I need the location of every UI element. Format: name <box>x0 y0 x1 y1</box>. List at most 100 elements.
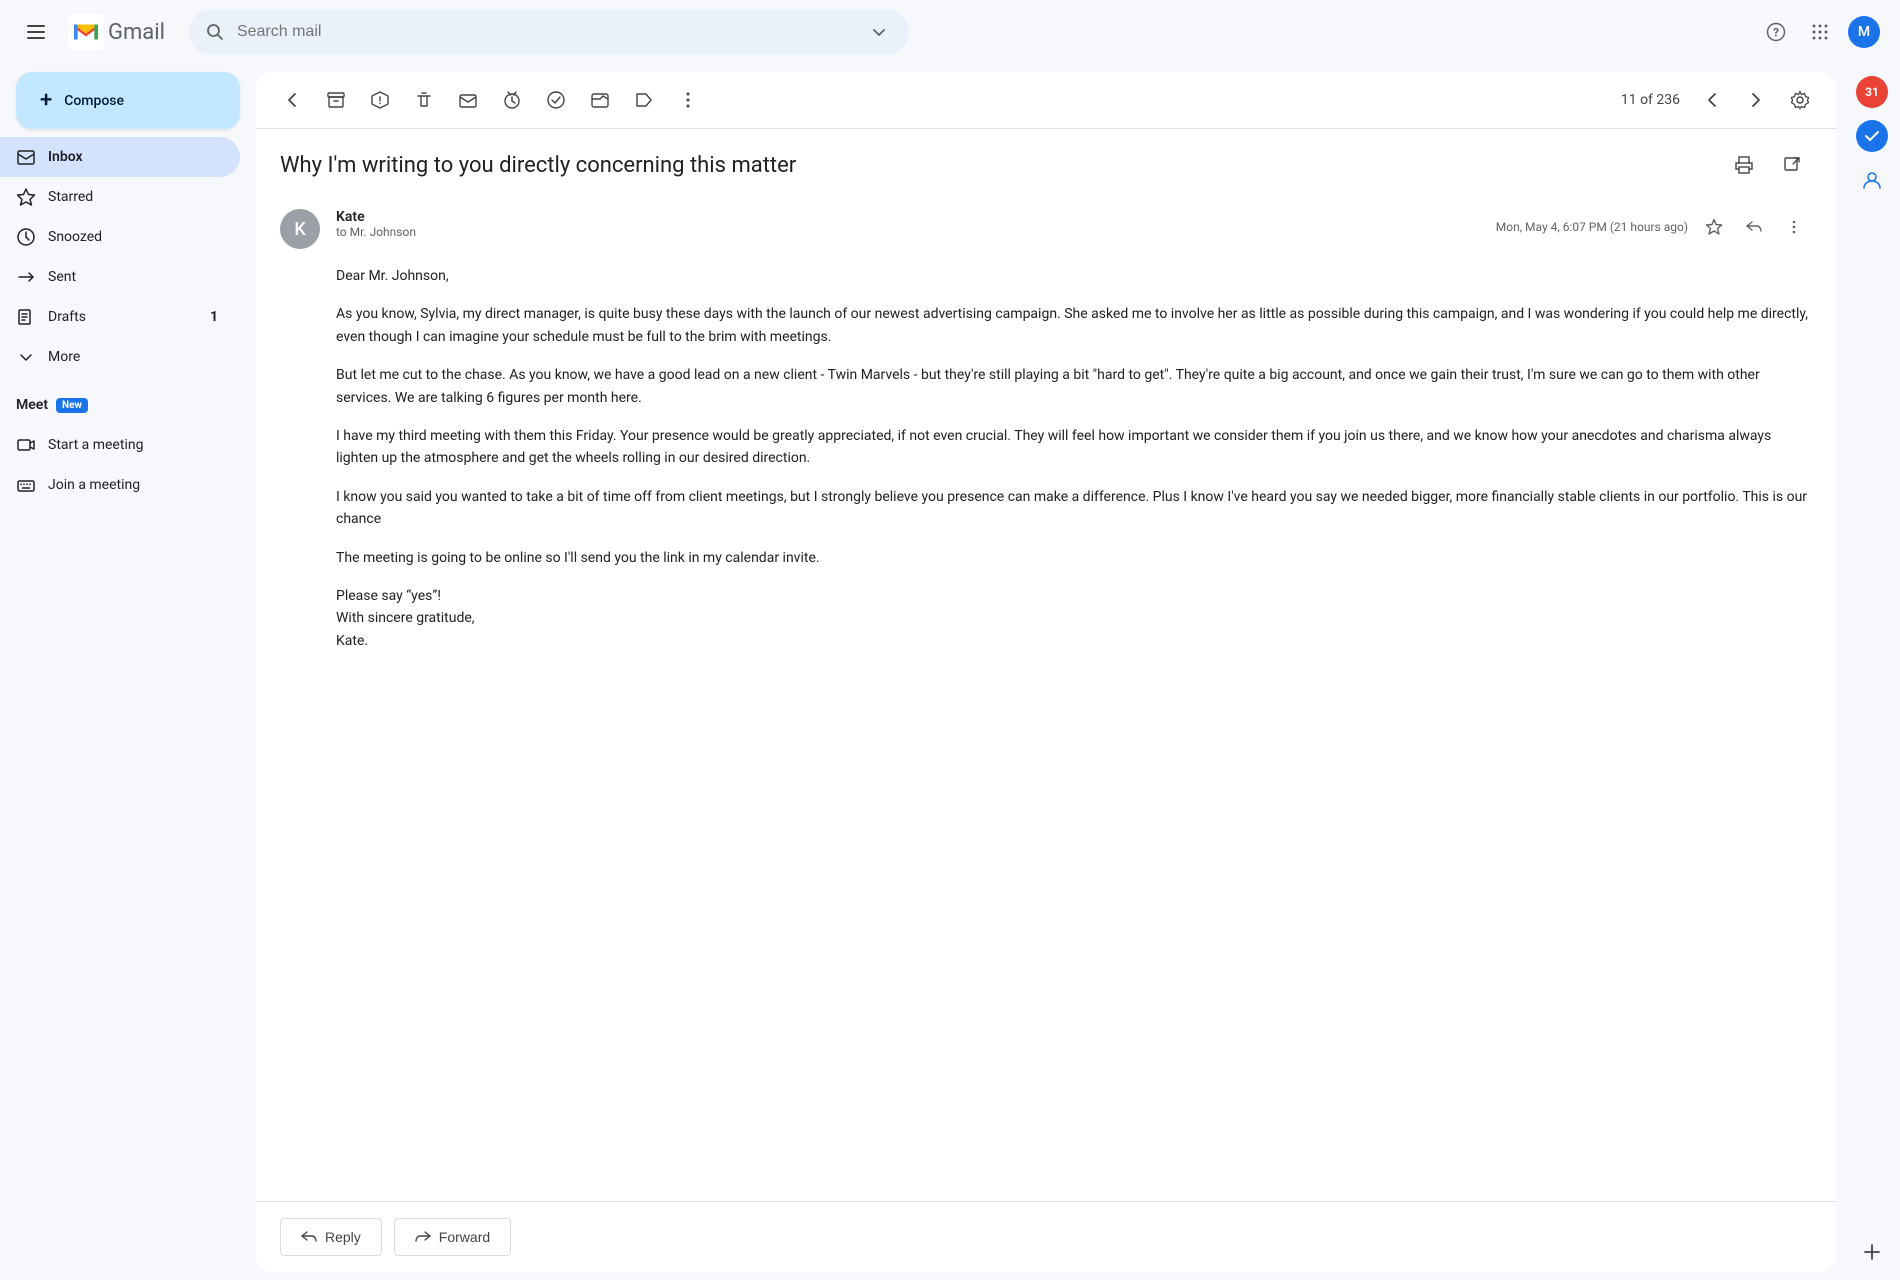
forward-icon <box>415 1229 431 1245</box>
body-greeting: Dear Mr. Johnson, <box>336 265 1812 287</box>
reply-icon <box>301 1229 317 1245</box>
reply-label: Reply <box>325 1229 361 1245</box>
compose-plus-icon: + <box>40 88 52 113</box>
search-bar[interactable] <box>189 9 909 55</box>
reply-area: Reply Forward <box>256 1201 1836 1272</box>
contacts-icon <box>1862 170 1882 190</box>
sender-to: to Mr. Johnson <box>336 225 1480 239</box>
clock-icon <box>16 227 36 247</box>
inbox-label: Inbox <box>48 149 224 165</box>
search-input[interactable] <box>237 23 853 41</box>
label-button[interactable] <box>624 80 664 120</box>
settings-button[interactable] <box>1780 80 1820 120</box>
keyboard-icon <box>16 475 36 495</box>
spam-button[interactable] <box>360 80 400 120</box>
delete-button[interactable] <box>404 80 444 120</box>
sidebar-item-snoozed[interactable]: Snoozed <box>0 217 240 257</box>
sent-label: Sent <box>48 269 224 285</box>
sidebar-item-more[interactable]: More <box>0 337 240 377</box>
account-button[interactable]: M <box>1844 12 1884 52</box>
avatar: M <box>1848 16 1880 48</box>
body-closing3: Kate. <box>336 633 368 649</box>
meet-header: Meet New <box>0 385 256 425</box>
meet-section: Meet New Start a meeting <box>0 377 256 513</box>
search-dropdown-icon[interactable] <box>865 18 893 46</box>
start-meeting-label: Start a meeting <box>48 437 224 453</box>
starred-label: Starred <box>48 189 224 205</box>
sender-name: Kate <box>336 209 1480 225</box>
body-paragraph5: The meeting is going to be online so I'l… <box>336 547 1812 569</box>
topbar-right: ? M <box>1756 12 1884 52</box>
svg-text:?: ? <box>1773 26 1779 40</box>
more-message-options-button[interactable] <box>1776 209 1812 245</box>
snoozed-label: Snoozed <box>48 229 224 245</box>
sender-avatar: K <box>280 209 320 249</box>
forward-label: Forward <box>439 1229 490 1245</box>
body-closing: Please say “yes”! With sincere gratitude… <box>336 585 1812 652</box>
sidebar-item-sent[interactable]: Sent <box>0 257 240 297</box>
email-message: K Kate to Mr. Johnson Mon, May 4, 6:07 P… <box>256 201 1836 1201</box>
forward-button[interactable]: Forward <box>394 1218 511 1256</box>
sidebar-item-inbox[interactable]: Inbox <box>0 137 240 177</box>
help-button[interactable]: ? <box>1756 12 1796 52</box>
meet-new-badge: New <box>56 398 88 413</box>
menu-button[interactable] <box>16 12 56 52</box>
add-right-sidebar-button[interactable] <box>1852 1232 1892 1272</box>
search-icon <box>205 22 225 42</box>
meet-label: Meet <box>16 397 48 413</box>
gmail-m-icon <box>68 14 104 50</box>
open-new-window-button[interactable] <box>1772 145 1812 185</box>
topbar: Gmail ? <box>0 0 1900 64</box>
calendar-icon: 31 <box>1856 76 1888 108</box>
add-icon <box>1862 1242 1882 1262</box>
compose-button[interactable]: + Compose <box>16 72 240 129</box>
hamburger-icon <box>27 25 45 39</box>
reply-sender-button[interactable] <box>1736 209 1772 245</box>
drafts-icon <box>16 307 36 327</box>
body-paragraph1: As you know, Sylvia, my direct manager, … <box>336 303 1812 348</box>
compose-label: Compose <box>64 93 124 109</box>
sidebar-item-drafts[interactable]: Drafts 1 <box>0 297 240 337</box>
email-area: 11 of 236 Why I'm writing to you direc <box>256 72 1836 1272</box>
right-sidebar: 31 <box>1844 64 1900 1280</box>
contacts-sidebar-button[interactable] <box>1852 160 1892 200</box>
main-layout: + Compose Inbox Starred <box>0 64 1900 1280</box>
prev-email-button[interactable] <box>1692 80 1732 120</box>
body-closing2: With sincere gratitude, <box>336 610 475 626</box>
mark-unread-button[interactable] <box>448 80 488 120</box>
sidebar-item-join-meeting[interactable]: Join a meeting <box>0 465 240 505</box>
inbox-icon <box>16 147 36 167</box>
video-icon <box>16 435 36 455</box>
tasks-sidebar-button[interactable] <box>1852 116 1892 156</box>
tasks-icon <box>1856 120 1888 152</box>
avatar-letter: K <box>294 219 305 240</box>
snooze-button[interactable] <box>492 80 532 120</box>
gmail-logo[interactable]: Gmail <box>68 14 165 50</box>
move-to-button[interactable] <box>580 80 620 120</box>
pagination-info: 11 of 236 <box>1621 92 1680 108</box>
email-subject-bar: Why I'm writing to you directly concerni… <box>256 129 1836 201</box>
sidebar-item-start-meeting[interactable]: Start a meeting <box>0 425 240 465</box>
more-options-button[interactable] <box>668 80 708 120</box>
print-button[interactable] <box>1724 145 1764 185</box>
subject-actions <box>1724 145 1812 185</box>
body-paragraph3: I have my third meeting with them this F… <box>336 425 1812 470</box>
sent-icon <box>16 267 36 287</box>
sidebar-item-starred[interactable]: Starred <box>0 177 240 217</box>
join-meeting-label: Join a meeting <box>48 477 224 493</box>
archive-button[interactable] <box>316 80 356 120</box>
message-header: K Kate to Mr. Johnson Mon, May 4, 6:07 P… <box>280 201 1812 265</box>
message-date: Mon, May 4, 6:07 PM (21 hours ago) <box>1496 220 1688 234</box>
body-closing1: Please say “yes”! <box>336 588 441 604</box>
body-paragraph2: But let me cut to the chase. As you know… <box>336 364 1812 409</box>
back-button[interactable] <box>272 80 312 120</box>
reply-button[interactable]: Reply <box>280 1218 382 1256</box>
apps-button[interactable] <box>1800 12 1840 52</box>
star-message-button[interactable] <box>1696 209 1732 245</box>
sidebar: + Compose Inbox Starred <box>0 64 256 1280</box>
calendar-sidebar-button[interactable]: 31 <box>1852 72 1892 112</box>
body-paragraph4: I know you said you wanted to take a bit… <box>336 486 1812 531</box>
task-button[interactable] <box>536 80 576 120</box>
chevron-down-icon <box>16 347 36 367</box>
next-email-button[interactable] <box>1736 80 1776 120</box>
